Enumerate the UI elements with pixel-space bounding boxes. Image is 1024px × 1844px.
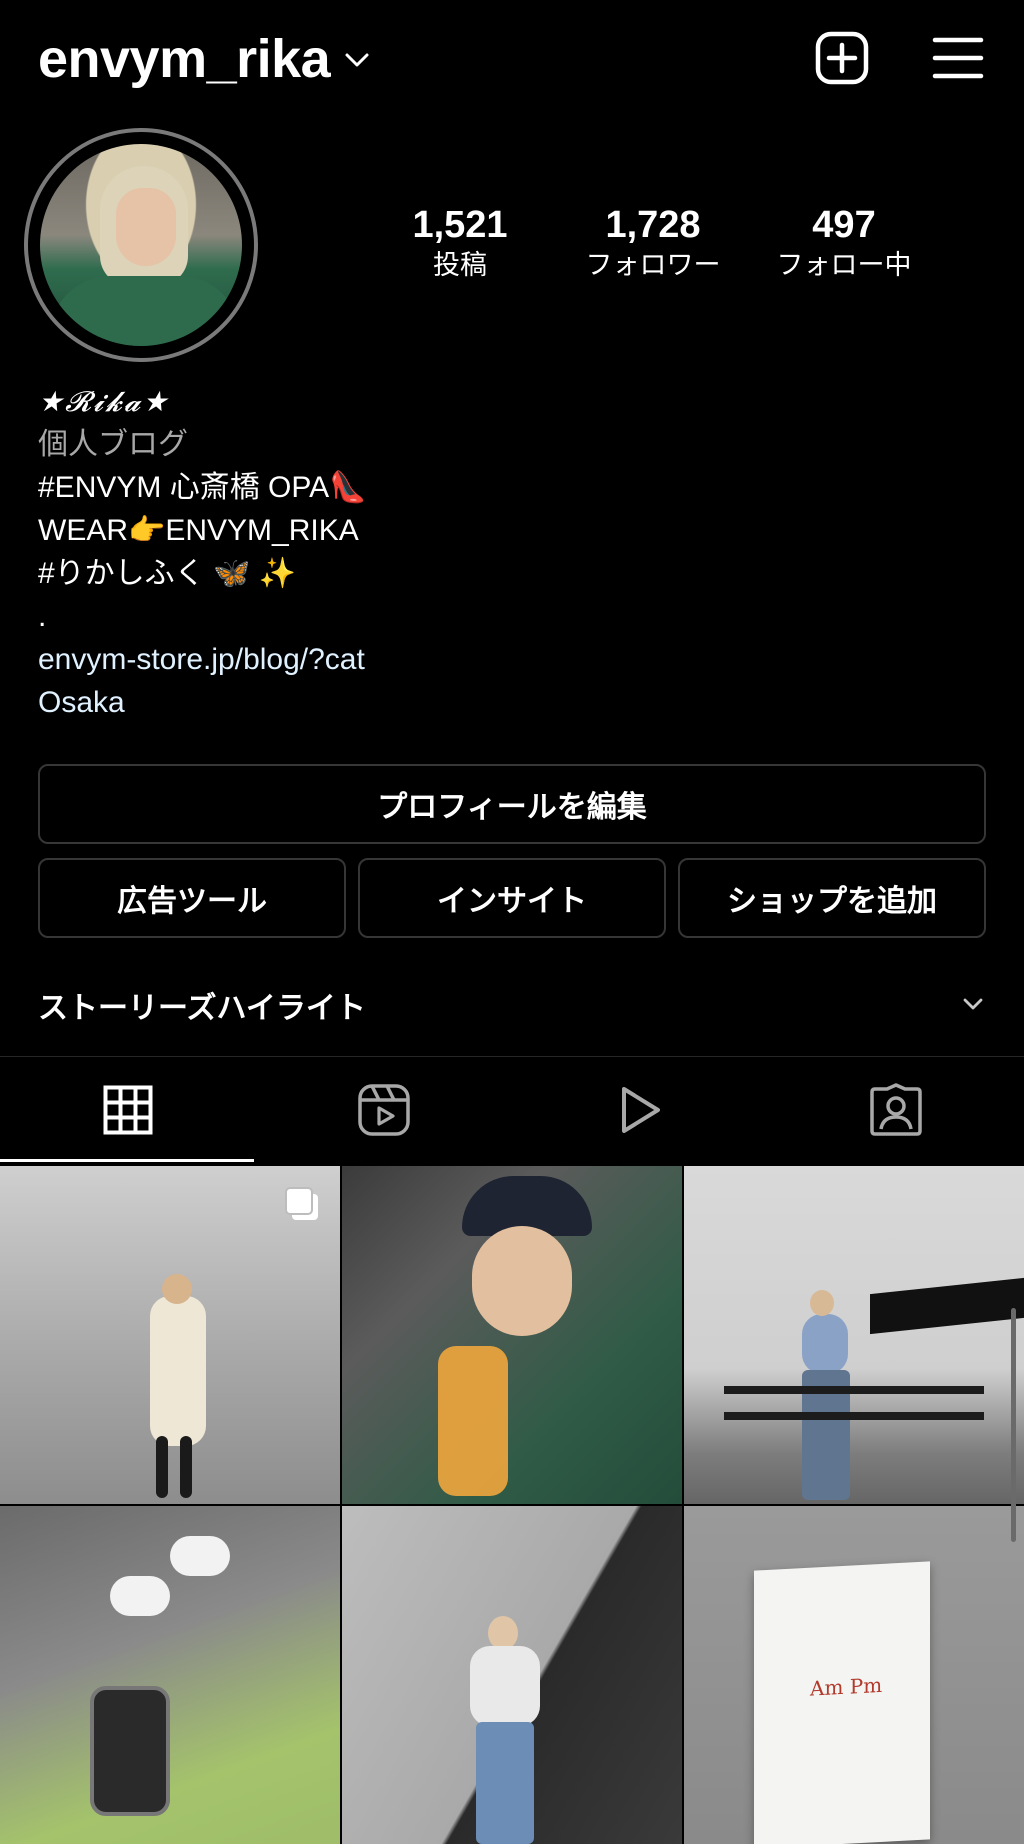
posts-grid: Am Pm xyxy=(0,1166,1024,1844)
stat-followers-label: フォロワー xyxy=(585,250,721,281)
post-thumbnail[interactable] xyxy=(342,1506,682,1844)
post-thumbnail[interactable] xyxy=(0,1506,340,1844)
chevron-down-icon[interactable] xyxy=(344,52,370,72)
edit-profile-button[interactable]: プロフィールを編集 xyxy=(38,764,986,844)
hamburger-menu-icon xyxy=(932,35,984,85)
avatar[interactable] xyxy=(40,144,242,346)
profile-category: 個人ブログ xyxy=(38,428,188,461)
bio-line[interactable]: #りかしふく 🦋 ✨ xyxy=(38,552,988,595)
tab-posts-grid[interactable] xyxy=(0,1060,256,1164)
chevron-down-icon xyxy=(962,996,984,1015)
add-shop-button[interactable]: ショップを追加 xyxy=(678,858,986,938)
multi-image-icon xyxy=(282,1184,322,1224)
tagged-user-icon xyxy=(869,1083,923,1141)
ad-tools-button[interactable]: 広告ツール xyxy=(38,858,346,938)
story-highlights-label: ストーリーズハイライト xyxy=(38,991,366,1026)
bio-link[interactable]: envym-store.jp/blog/?cat xyxy=(38,638,988,681)
bio-line: WEAR👉ENVYM_RIKA xyxy=(38,514,359,547)
menu-button[interactable] xyxy=(928,30,988,90)
stat-followers[interactable]: 1,728 フォロワー xyxy=(570,202,736,284)
bio-line: . xyxy=(38,600,47,633)
tabs-divider xyxy=(0,1056,1024,1057)
post-text: Am Pm xyxy=(810,1672,883,1701)
story-highlights-toggle[interactable]: ストーリーズハイライト xyxy=(38,980,988,1030)
stat-following-label: フォロー中 xyxy=(776,250,912,281)
post-thumbnail[interactable] xyxy=(684,1166,1024,1504)
reels-icon xyxy=(357,1083,411,1141)
scrollbar[interactable] xyxy=(1011,1308,1016,1542)
stat-posts-label: 投稿 xyxy=(433,250,487,281)
plus-square-icon xyxy=(814,30,870,90)
stat-following-count: 497 xyxy=(812,204,876,246)
profile-bio: ★𝓡𝓲𝓴𝓪★ 個人ブログ #ENVYM 心斎橋 OPA👠 WEAR👉ENVYM_… xyxy=(38,380,988,724)
insights-button[interactable]: インサイト xyxy=(358,858,666,938)
ampm-card: Am Pm xyxy=(754,1561,930,1844)
username[interactable]: envym_rika xyxy=(38,28,331,90)
stat-following[interactable]: 497 フォロー中 xyxy=(760,202,928,284)
grid-icon xyxy=(103,1085,153,1139)
profile-header: envym_rika xyxy=(0,0,1024,120)
post-thumbnail[interactable] xyxy=(342,1166,682,1504)
bio-line[interactable]: #ENVYM 心斎橋 OPA👠 xyxy=(38,466,988,509)
new-post-button[interactable] xyxy=(812,30,872,90)
display-name: ★𝓡𝓲𝓴𝓪★ xyxy=(38,385,170,418)
active-tab-indicator xyxy=(0,1159,254,1162)
profile-avatar-ring[interactable] xyxy=(24,128,258,362)
tab-tagged[interactable] xyxy=(768,1060,1024,1164)
post-thumbnail[interactable]: Am Pm xyxy=(684,1506,1024,1844)
tab-reels[interactable] xyxy=(256,1060,512,1164)
bio-location[interactable]: Osaka xyxy=(38,681,988,724)
tab-videos[interactable] xyxy=(512,1060,768,1164)
post-thumbnail[interactable] xyxy=(0,1166,340,1504)
stat-followers-count: 1,728 xyxy=(605,204,701,246)
stat-posts[interactable]: 1,521 投稿 xyxy=(405,202,515,284)
video-play-icon xyxy=(616,1084,664,1140)
account-switcher[interactable]: envym_rika xyxy=(38,28,370,90)
stat-posts-count: 1,521 xyxy=(412,204,508,246)
